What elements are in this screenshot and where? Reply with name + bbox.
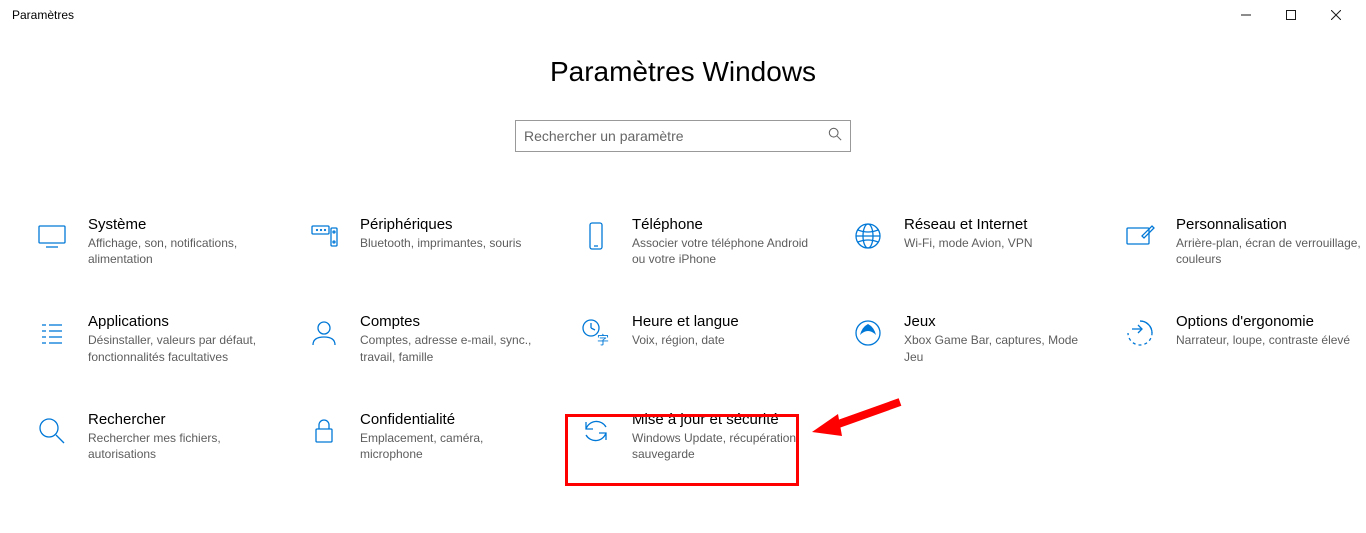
ease-of-access-icon	[1120, 313, 1160, 353]
tile-time-language[interactable]: 字 Heure et langue Voix, région, date	[572, 309, 824, 368]
tile-phone[interactable]: Téléphone Associer votre téléphone Andro…	[572, 212, 824, 271]
magnifier-icon	[32, 411, 72, 451]
tile-desc: Windows Update, récupération, sauvegarde	[632, 430, 820, 462]
tile-title: Système	[88, 216, 276, 233]
update-icon	[576, 411, 616, 451]
tile-title: Téléphone	[632, 216, 820, 233]
tile-desc: Bluetooth, imprimantes, souris	[360, 235, 548, 251]
tile-accounts[interactable]: Comptes Comptes, adresse e-mail, sync., …	[300, 309, 552, 368]
tile-title: Rechercher	[88, 411, 276, 428]
personalization-icon	[1120, 216, 1160, 256]
phone-icon	[576, 216, 616, 256]
tile-desc: Associer votre téléphone Android ou votr…	[632, 235, 820, 267]
gaming-icon	[848, 313, 888, 353]
search-input[interactable]	[524, 128, 828, 144]
tile-title: Heure et langue	[632, 313, 820, 330]
tile-desc: Désinstaller, valeurs par défaut, foncti…	[88, 332, 276, 364]
tile-title: Confidentialité	[360, 411, 548, 428]
tile-title: Options d'ergonomie	[1176, 313, 1364, 330]
search-icon	[828, 127, 842, 146]
tile-privacy[interactable]: Confidentialité Emplacement, caméra, mic…	[300, 407, 552, 466]
tile-desc: Wi-Fi, mode Avion, VPN	[904, 235, 1092, 251]
tile-title: Applications	[88, 313, 276, 330]
tile-network[interactable]: Réseau et Internet Wi-Fi, mode Avion, VP…	[844, 212, 1096, 271]
tile-title: Périphériques	[360, 216, 548, 233]
close-button[interactable]	[1313, 0, 1358, 30]
tile-desc: Emplacement, caméra, microphone	[360, 430, 548, 462]
tile-desc: Voix, région, date	[632, 332, 820, 348]
tile-ease-of-access[interactable]: Options d'ergonomie Narrateur, loupe, co…	[1116, 309, 1366, 368]
privacy-icon	[304, 411, 344, 451]
apps-icon	[32, 313, 72, 353]
maximize-button[interactable]	[1268, 0, 1313, 30]
tile-title: Comptes	[360, 313, 548, 330]
tile-system[interactable]: Système Affichage, son, notifications, a…	[28, 212, 280, 271]
page-title: Paramètres Windows	[0, 56, 1366, 88]
tile-title: Personnalisation	[1176, 216, 1364, 233]
tile-gaming[interactable]: Jeux Xbox Game Bar, captures, Mode Jeu	[844, 309, 1096, 368]
tile-title: Réseau et Internet	[904, 216, 1092, 233]
tile-title: Jeux	[904, 313, 1092, 330]
tile-personalization[interactable]: Personnalisation Arrière-plan, écran de …	[1116, 212, 1366, 271]
svg-text:字: 字	[597, 332, 609, 347]
time-language-icon: 字	[576, 313, 616, 353]
window-title: Paramètres	[12, 8, 74, 22]
tile-desc: Narrateur, loupe, contraste élevé	[1176, 332, 1364, 348]
tile-desc: Rechercher mes fichiers, autorisations	[88, 430, 276, 462]
tile-title: Mise à jour et sécurité	[632, 411, 820, 428]
network-icon	[848, 216, 888, 256]
tile-devices[interactable]: Périphériques Bluetooth, imprimantes, so…	[300, 212, 552, 271]
tile-desc: Comptes, adresse e-mail, sync., travail,…	[360, 332, 548, 364]
tile-update-security[interactable]: Mise à jour et sécurité Windows Update, …	[572, 407, 824, 466]
tile-desc: Arrière-plan, écran de verrouillage, cou…	[1176, 235, 1364, 267]
tile-desc: Affichage, son, notifications, alimentat…	[88, 235, 276, 267]
tile-search[interactable]: Rechercher Rechercher mes fichiers, auto…	[28, 407, 280, 466]
tile-desc: Xbox Game Bar, captures, Mode Jeu	[904, 332, 1092, 364]
tile-apps[interactable]: Applications Désinstaller, valeurs par d…	[28, 309, 280, 368]
devices-icon	[304, 216, 344, 256]
accounts-icon	[304, 313, 344, 353]
minimize-button[interactable]	[1223, 0, 1268, 30]
search-box[interactable]	[515, 120, 851, 152]
system-icon	[32, 216, 72, 256]
